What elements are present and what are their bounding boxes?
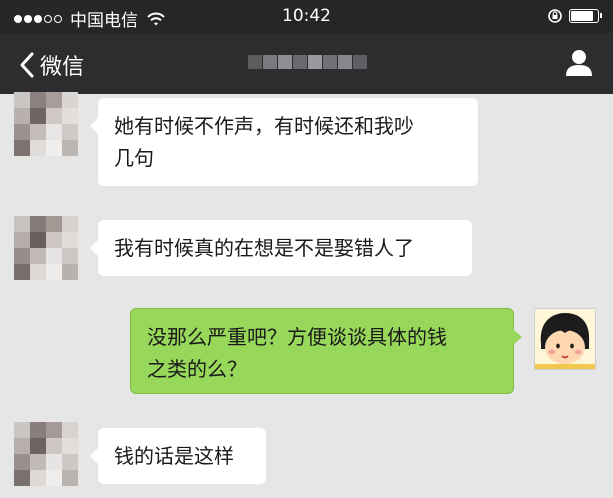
chevron-left-icon bbox=[20, 52, 34, 78]
message-text: 几句 bbox=[114, 146, 154, 170]
contact-avatar[interactable] bbox=[14, 216, 78, 280]
message-bubble-incoming[interactable]: 她有时候不作声，有时候还和我吵 几句 bbox=[90, 98, 478, 186]
cartoon-girl-avatar-icon bbox=[535, 309, 595, 369]
my-avatar[interactable] bbox=[534, 308, 596, 370]
message-bubble-incoming[interactable]: 钱的话是这样 bbox=[90, 428, 266, 484]
message-text: 钱的话是这样 bbox=[114, 444, 234, 468]
message-text: 我有时候真的在想是不是娶错人了 bbox=[114, 236, 414, 260]
message-text: 之类的么？ bbox=[147, 357, 247, 381]
status-time: 10:42 bbox=[282, 6, 331, 26]
battery-level bbox=[571, 11, 593, 21]
back-label: 微信 bbox=[40, 55, 85, 80]
back-button[interactable]: 微信 bbox=[18, 49, 84, 81]
chat-area[interactable]: 她有时候不作声，有时候还和我吵 几句 我有时候真的在想是不是娶错人了 没那么严重… bbox=[0, 92, 613, 498]
contact-avatar[interactable] bbox=[14, 422, 78, 486]
message-bubble-incoming[interactable]: 我有时候真的在想是不是娶错人了 bbox=[90, 220, 472, 276]
contact-name-obscured bbox=[248, 55, 368, 69]
message-bubble-outgoing[interactable]: 没那么严重吧？方便谈谈具体的钱 之类的么？ bbox=[130, 308, 522, 394]
message-text: 她有时候不作声，有时候还和我吵 bbox=[114, 114, 414, 138]
person-icon[interactable] bbox=[563, 47, 595, 79]
status-right bbox=[547, 8, 602, 24]
battery-icon bbox=[569, 9, 602, 23]
contact-avatar[interactable] bbox=[14, 92, 78, 156]
status-bar: 中国电信 10:42 bbox=[0, 0, 613, 33]
rotation-lock-icon bbox=[548, 9, 562, 23]
message-text: 没那么严重吧？方便谈谈具体的钱 bbox=[147, 325, 447, 349]
nav-bar: 微信 bbox=[0, 33, 613, 94]
